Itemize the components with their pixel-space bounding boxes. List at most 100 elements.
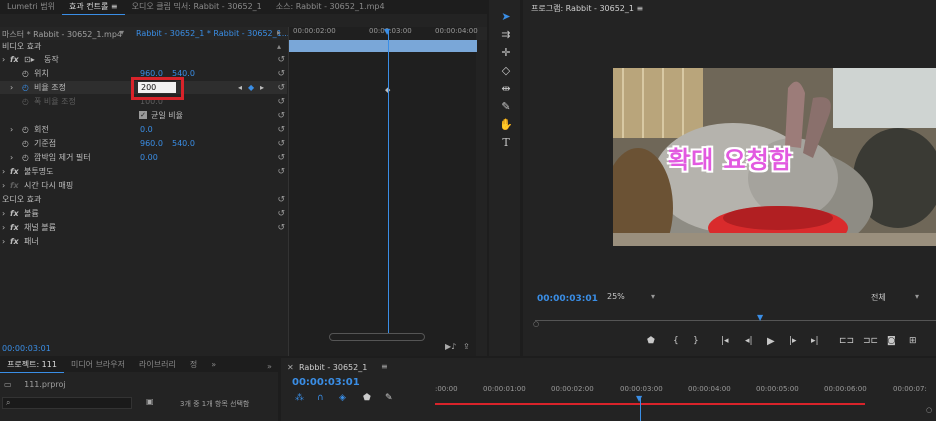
type-icon[interactable]: T bbox=[498, 135, 514, 151]
search-field[interactable] bbox=[17, 398, 129, 408]
tab-media-browser[interactable]: 미디어 브라우저 bbox=[64, 358, 132, 372]
new-bin-icon[interactable]: ▣ bbox=[146, 397, 154, 406]
go-to-out-icon[interactable]: ▸| bbox=[811, 336, 819, 346]
expand-icon[interactable]: › bbox=[2, 209, 5, 218]
wrench-icon[interactable]: ✎ bbox=[385, 393, 393, 403]
flicker-row[interactable]: › ◴ 깜박임 제거 필터 0.00 ↺ bbox=[0, 151, 287, 164]
time-remap-row[interactable]: › fx 시간 다시 매핑 bbox=[0, 179, 287, 192]
stopwatch-icon[interactable]: ◴ bbox=[22, 153, 29, 162]
uniform-scale-row[interactable]: ✓ 균일 비율 ↺ bbox=[0, 109, 287, 122]
pen-icon[interactable]: ✎ bbox=[498, 99, 514, 115]
snap-icon[interactable]: ⁂ bbox=[295, 393, 304, 403]
program-scrubber[interactable]: ▼ bbox=[535, 313, 936, 326]
reset-icon[interactable]: ↺ bbox=[277, 111, 285, 121]
step-back-icon[interactable]: ◂| bbox=[745, 336, 753, 346]
anchor-y-value[interactable]: 540.0 bbox=[172, 139, 195, 148]
export-icon[interactable]: ⇪ bbox=[463, 342, 470, 351]
tab-info[interactable]: 정 bbox=[183, 358, 204, 372]
opacity-row[interactable]: › fx 불투명도 ↺ bbox=[0, 165, 287, 178]
tab-effect-controls[interactable]: 효과 컨트롤 ≡ bbox=[62, 0, 125, 15]
motion-row[interactable]: › fx ⊡▸ 동작 ↺ bbox=[0, 53, 287, 66]
playhead-line[interactable] bbox=[388, 31, 389, 333]
reset-icon[interactable]: ↺ bbox=[277, 167, 285, 177]
rotation-value[interactable]: 0.0 bbox=[140, 125, 153, 134]
project-search-input[interactable]: ⌕ bbox=[2, 397, 132, 409]
add-keyframe-icon[interactable]: ◆ bbox=[248, 83, 254, 92]
reset-icon[interactable]: ↺ bbox=[277, 69, 285, 79]
stopwatch-icon[interactable]: ◴ bbox=[22, 83, 29, 92]
razor-icon[interactable]: ◇ bbox=[498, 63, 514, 79]
expand-icon[interactable]: › bbox=[2, 237, 5, 246]
reset-icon[interactable]: ↺ bbox=[277, 195, 285, 205]
ripple-edit-icon[interactable]: ✛ bbox=[498, 45, 514, 61]
play-triangle-icon[interactable]: ▸ bbox=[277, 28, 281, 37]
camera-icon[interactable]: ◙ bbox=[887, 336, 896, 346]
effect-timecode[interactable]: 00:00:03:01 bbox=[2, 344, 51, 353]
next-keyframe-icon[interactable]: ▸ bbox=[260, 83, 264, 92]
fx-icon[interactable]: fx bbox=[10, 55, 19, 64]
channel-volume-row[interactable]: › fx 채널 볼륨 ↺ bbox=[0, 221, 287, 234]
prev-keyframe-icon[interactable]: ◂ bbox=[238, 83, 242, 92]
sequence-clip-label[interactable]: Rabbit - 30652_1 * Rabbit - 30652_1... bbox=[136, 29, 289, 38]
button-editor-icon[interactable]: ⊞ bbox=[909, 336, 917, 346]
anchor-row[interactable]: ◴ 기준점 960.0 540.0 ↺ bbox=[0, 137, 287, 150]
expand-icon[interactable]: › bbox=[10, 125, 13, 134]
zoom-select[interactable]: 25% ▾ bbox=[607, 292, 662, 304]
reset-icon[interactable]: ↺ bbox=[277, 125, 285, 135]
reset-icon[interactable]: ↺ bbox=[277, 83, 285, 93]
timeline-zoom-handle[interactable]: ○ bbox=[926, 406, 932, 414]
playhead-head[interactable]: ▼ bbox=[636, 394, 642, 403]
go-to-in-icon[interactable]: |◂ bbox=[721, 336, 729, 346]
volume-row[interactable]: › fx 볼륨 ↺ bbox=[0, 207, 287, 220]
mark-in-icon[interactable]: { bbox=[673, 336, 679, 346]
tab-timeline-sequence[interactable]: Rabbit - 30652_1 bbox=[299, 363, 367, 372]
video-frame[interactable]: 확대 요청함 bbox=[613, 68, 936, 246]
mark-out-icon[interactable]: } bbox=[693, 336, 699, 346]
marker-icon[interactable]: ⬟ bbox=[363, 393, 371, 403]
fx-icon[interactable]: fx bbox=[10, 209, 19, 218]
reset-icon[interactable]: ↺ bbox=[277, 55, 285, 65]
marker-icon[interactable]: ⬟ bbox=[647, 336, 655, 346]
selection-tool-icon[interactable]: ➤ bbox=[498, 9, 514, 25]
reset-icon[interactable]: ↺ bbox=[277, 209, 285, 219]
slip-icon[interactable]: ⇹ bbox=[498, 81, 514, 97]
anchor-x-value[interactable]: 960.0 bbox=[140, 139, 163, 148]
timeline-close-icon[interactable]: ✕ bbox=[287, 363, 294, 372]
play-icon[interactable]: ▶ bbox=[767, 336, 775, 347]
tab-audio-clip-mixer[interactable]: 오디오 클립 믹서: Rabbit - 30652_1 bbox=[125, 0, 269, 14]
expand-icon[interactable]: › bbox=[2, 223, 5, 232]
master-clip-label[interactable]: 마스터 * Rabbit - 30652_1.mp4 bbox=[2, 29, 122, 40]
reset-icon[interactable]: ↺ bbox=[277, 139, 285, 149]
quality-select[interactable]: 전체 ▾ bbox=[871, 292, 929, 304]
work-area-bar[interactable] bbox=[435, 403, 865, 405]
reset-icon[interactable]: ↺ bbox=[277, 223, 285, 233]
linked-selection-icon[interactable]: ∩ bbox=[317, 393, 324, 403]
rotation-row[interactable]: › ◴ 회전 0.0 ↺ bbox=[0, 123, 287, 136]
fx-icon[interactable]: fx bbox=[10, 167, 19, 176]
step-forward-icon[interactable]: |▸ bbox=[789, 336, 797, 346]
hand-icon[interactable]: ✋ bbox=[498, 117, 514, 133]
fx-icon[interactable]: fx bbox=[10, 237, 19, 246]
fx-icon[interactable]: fx bbox=[10, 223, 19, 232]
expand-icon[interactable]: › bbox=[2, 167, 5, 176]
filter-icon[interactable]: ▶♪ bbox=[445, 342, 456, 351]
program-timecode[interactable]: 00:00:03:01 bbox=[537, 294, 598, 304]
clip-bar[interactable] bbox=[289, 40, 477, 52]
add-marker-icon[interactable]: ◈ bbox=[339, 393, 346, 403]
lift-icon[interactable]: ⊏⊐ bbox=[839, 336, 854, 346]
tab-project[interactable]: 프로젝트: 111 bbox=[0, 358, 64, 373]
track-select-icon[interactable]: ⇉ bbox=[498, 27, 514, 43]
zoom-scrollbar[interactable] bbox=[329, 333, 425, 341]
expand-icon[interactable]: › bbox=[10, 83, 13, 92]
stopwatch-icon[interactable]: ◴ bbox=[22, 125, 29, 134]
more-tabs-icon[interactable]: » bbox=[204, 358, 223, 372]
scroll-up-icon[interactable]: ▴ bbox=[277, 42, 281, 51]
expand-icon[interactable]: › bbox=[2, 181, 5, 190]
timeline-menu-icon[interactable]: ≡ bbox=[381, 362, 388, 371]
chevron-down-icon[interactable]: ▾ bbox=[120, 28, 124, 37]
panel-scroll-arrow[interactable]: » bbox=[267, 362, 272, 371]
timeline-timecode[interactable]: 00:00:03:01 bbox=[292, 377, 360, 388]
reset-icon[interactable]: ↺ bbox=[277, 153, 285, 163]
playhead-head[interactable]: ▼ bbox=[384, 27, 390, 36]
stopwatch-icon[interactable]: ◴ bbox=[22, 69, 29, 78]
